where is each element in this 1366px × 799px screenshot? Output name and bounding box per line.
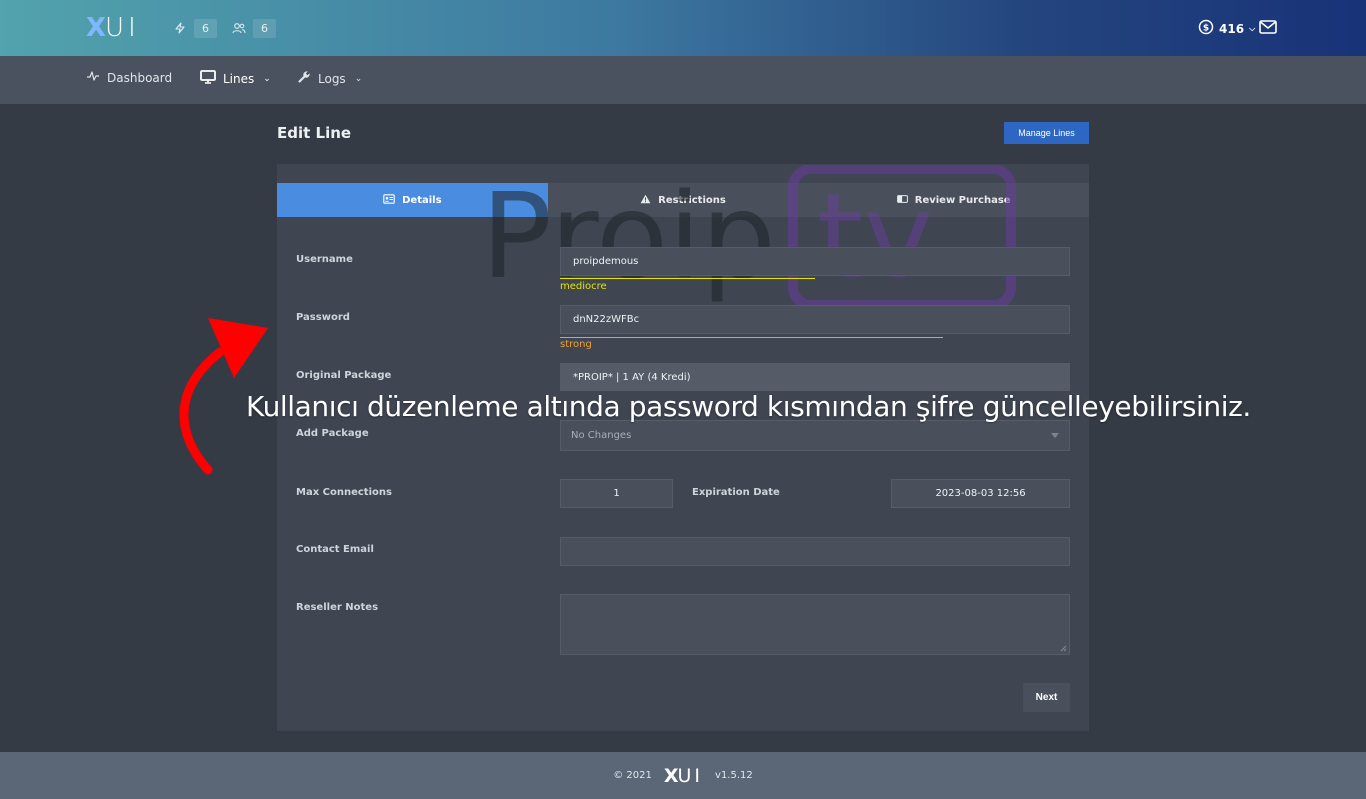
footer-logo: XUI	[664, 765, 703, 787]
tab-details-label: Details	[402, 194, 442, 206]
mail-icon[interactable]	[1259, 19, 1277, 38]
users-stat[interactable]: 6	[231, 18, 276, 38]
monitor-icon	[200, 70, 216, 87]
chevron-down-icon	[1051, 433, 1059, 438]
contact-email-input[interactable]	[560, 537, 1070, 566]
activity-icon	[86, 70, 100, 85]
password-input[interactable]: dnN22zWFBc	[560, 305, 1070, 334]
username-input[interactable]: proipdemous	[560, 247, 1070, 276]
max-connections-label: Max Connections	[296, 487, 392, 498]
footer-logo-ui: UI	[677, 764, 704, 787]
username-strength-text: mediocre	[560, 281, 607, 292]
expiration-date-label: Expiration Date	[692, 487, 780, 498]
original-package-label: Original Package	[296, 370, 392, 381]
nav-logs-label: Logs	[318, 71, 346, 86]
resize-handle-icon[interactable]	[1060, 645, 1067, 652]
toggle-icon	[896, 194, 908, 206]
password-strength-bar	[560, 337, 943, 338]
contact-email-label: Contact Email	[296, 544, 374, 555]
tab-restrictions-label: Restrictions	[658, 194, 726, 206]
tab-review-purchase-label: Review Purchase	[914, 194, 1011, 206]
manage-lines-button[interactable]: Manage Lines	[1004, 122, 1089, 144]
password-strength-text: strong	[560, 339, 592, 350]
app-logo[interactable]: X UI	[86, 13, 140, 43]
original-package-field: *PROIP* | 1 AY (4 Kredi)	[560, 363, 1070, 391]
credits-dropdown[interactable]: $ 416 ⌵	[1198, 19, 1255, 38]
tab-details[interactable]: Details	[277, 183, 548, 217]
footer-version: v1.5.12	[715, 770, 753, 781]
expiration-date-field: 2023-08-03 12:56	[891, 479, 1070, 508]
footer: © 2021 XUI v1.5.12	[0, 752, 1366, 799]
bolt-icon	[172, 20, 188, 36]
users-icon	[231, 20, 247, 36]
wrench-icon	[297, 70, 311, 87]
footer-copyright: © 2021	[613, 770, 652, 781]
add-package-select[interactable]: No Changes	[560, 420, 1070, 451]
tab-bar: Details Restrictions Review Purchase	[277, 183, 1089, 217]
id-card-icon	[383, 193, 395, 207]
logo-x: X	[86, 13, 106, 43]
tab-restrictions[interactable]: Restrictions	[548, 183, 819, 217]
password-label: Password	[296, 312, 350, 323]
username-label: Username	[296, 254, 353, 265]
footer-logo-x: X	[663, 764, 679, 787]
page-title: Edit Line	[277, 124, 352, 142]
next-button[interactable]: Next	[1023, 683, 1070, 712]
svg-text:$: $	[1203, 24, 1209, 34]
chevron-down-icon: ⌄	[354, 73, 363, 84]
connections-stat[interactable]: 6	[172, 18, 217, 38]
add-package-label: Add Package	[296, 428, 369, 439]
connections-count: 6	[194, 18, 217, 38]
users-count: 6	[253, 18, 276, 38]
add-package-value: No Changes	[571, 430, 632, 441]
reseller-notes-label: Reseller Notes	[296, 602, 379, 613]
username-strength-bar	[560, 278, 815, 279]
nav-lines[interactable]: Lines ⌄	[200, 70, 271, 87]
chevron-down-icon: ⌵	[1249, 23, 1256, 33]
nav-logs[interactable]: Logs ⌄	[297, 70, 362, 87]
reseller-notes-textarea[interactable]	[560, 594, 1070, 655]
nav-lines-label: Lines	[223, 71, 255, 86]
max-connections-field: 1	[560, 479, 673, 508]
nav-dashboard[interactable]: Dashboard	[86, 70, 172, 85]
nav-dashboard-label: Dashboard	[107, 70, 173, 85]
chevron-down-icon: ⌄	[263, 73, 271, 84]
dollar-circle-icon: $	[1198, 19, 1214, 38]
nav-bar: Dashboard Lines ⌄ Logs ⌄	[0, 56, 1366, 104]
top-bar: X UI 6 6 $ 416 ⌵	[0, 0, 1366, 56]
tab-review-purchase[interactable]: Review Purchase	[818, 183, 1089, 217]
logo-ui: UI	[105, 13, 140, 43]
tutorial-caption: Kullanıcı düzenleme altında password kıs…	[246, 390, 1251, 423]
credits-value: 416	[1219, 21, 1245, 36]
warning-icon	[640, 194, 651, 207]
